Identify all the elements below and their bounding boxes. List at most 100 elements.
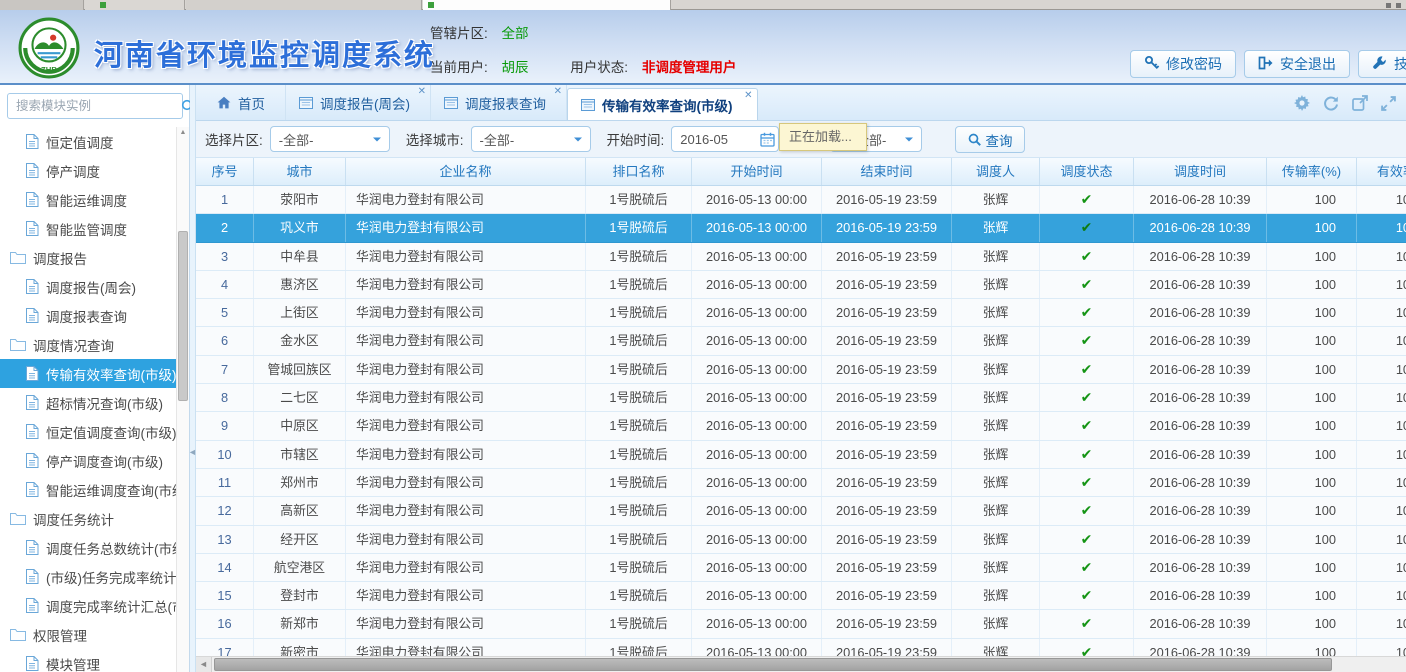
- sidebar-item[interactable]: 智能监管调度: [0, 214, 177, 243]
- column-header[interactable]: 传输率(%): [1267, 158, 1357, 185]
- table-row[interactable]: 7管城回族区华润电力登封有限公司1号脱硫后2016-05-13 00:00201…: [196, 356, 1406, 384]
- sidebar-item[interactable]: 调度报告(周会): [0, 272, 177, 301]
- tab-active[interactable]: 传输有效率查询(市级)✕: [567, 88, 758, 120]
- sidebar-item[interactable]: 智能运维调度: [0, 185, 177, 214]
- tab-item[interactable]: 首页: [204, 85, 286, 120]
- table-row-selected[interactable]: 2巩义市华润电力登封有限公司1号脱硫后2016-05-13 00:002016-…: [196, 214, 1406, 242]
- column-header[interactable]: 有效率(%): [1357, 158, 1406, 185]
- tab-item[interactable]: 调度报告(周会)✕: [286, 85, 431, 120]
- sidebar-item[interactable]: 停产调度: [0, 156, 177, 185]
- cell-no: 6: [196, 327, 254, 354]
- table-row[interactable]: 16新郑市华润电力登封有限公司1号脱硫后2016-05-13 00:002016…: [196, 610, 1406, 638]
- horizontal-scrollbar[interactable]: ◄: [196, 656, 1406, 672]
- sidebar-item-label: 调度情况查询: [33, 335, 114, 355]
- cell-dispatch_time: 2016-06-28 10:39: [1134, 469, 1267, 496]
- sidebar-item[interactable]: 模块管理: [0, 649, 177, 672]
- browser-icon[interactable]: [1396, 3, 1401, 8]
- browser-tab[interactable]: [186, 0, 422, 10]
- cell-company: 华润电力登封有限公司: [346, 327, 586, 354]
- scrollbar-thumb[interactable]: [214, 658, 1332, 671]
- table-row[interactable]: 12高新区华润电力登封有限公司1号脱硫后2016-05-13 00:002016…: [196, 497, 1406, 525]
- wrench-button[interactable]: 技术支持: [1358, 50, 1406, 78]
- table-row[interactable]: 13经开区华润电力登封有限公司1号脱硫后2016-05-13 00:002016…: [196, 526, 1406, 554]
- user-info: 管辖片区: 全部 当前用户: 胡辰 用户状态: 非调度管理用户: [430, 24, 736, 78]
- settings-icon[interactable]: [1294, 95, 1310, 111]
- region-label: 管辖片区:: [430, 26, 488, 41]
- column-header[interactable]: 结束时间: [822, 158, 952, 185]
- table-row[interactable]: 15登封市华润电力登封有限公司1号脱硫后2016-05-13 00:002016…: [196, 582, 1406, 610]
- cell-start: 2016-05-13 00:00: [692, 412, 822, 439]
- table-row[interactable]: 4惠济区华润电力登封有限公司1号脱硫后2016-05-13 00:002016-…: [196, 271, 1406, 299]
- browser-icon[interactable]: [1386, 3, 1391, 8]
- table-row[interactable]: 11郑州市华润电力登封有限公司1号脱硫后2016-05-13 00:002016…: [196, 469, 1406, 497]
- tab-item[interactable]: 调度报表查询✕: [431, 85, 567, 120]
- column-header[interactable]: 调度状态: [1040, 158, 1134, 185]
- sidebar-item[interactable]: 停产调度查询(市级): [0, 446, 177, 475]
- table-row[interactable]: 3中牟县华润电力登封有限公司1号脱硫后2016-05-13 00:002016-…: [196, 243, 1406, 271]
- sidebar-scrollbar[interactable]: ▲: [176, 127, 189, 672]
- column-header[interactable]: 调度时间: [1134, 158, 1267, 185]
- module-search-input[interactable]: [8, 99, 181, 113]
- query-button[interactable]: 查询: [955, 126, 1025, 153]
- calendar-icon[interactable]: [756, 132, 778, 147]
- button-label: 技术支持: [1394, 54, 1406, 74]
- scroll-left-icon[interactable]: ◄: [196, 657, 212, 672]
- table-row[interactable]: 10市辖区华润电力登封有限公司1号脱硫后2016-05-13 00:002016…: [196, 441, 1406, 469]
- table-row[interactable]: 5上街区华润电力登封有限公司1号脱硫后2016-05-13 00:002016-…: [196, 299, 1406, 327]
- column-header[interactable]: 调度人: [952, 158, 1040, 185]
- document-icon: [25, 366, 39, 381]
- cell-status: ✔: [1040, 554, 1134, 581]
- key-button[interactable]: 修改密码: [1130, 50, 1236, 78]
- column-header[interactable]: 城市: [254, 158, 346, 185]
- cell-dispatch_time: 2016-06-28 10:39: [1134, 610, 1267, 637]
- start-date-input[interactable]: 2016-05: [671, 126, 779, 152]
- area-select[interactable]: -全部-: [270, 126, 390, 152]
- column-header[interactable]: 企业名称: [346, 158, 586, 185]
- column-header[interactable]: 序号: [196, 158, 254, 185]
- tab-close-icon[interactable]: ✕: [744, 90, 752, 101]
- city-select[interactable]: -全部-: [471, 126, 591, 152]
- sidebar-item[interactable]: 调度任务总数统计(市级): [0, 533, 177, 562]
- cell-dispatcher: 张辉: [952, 469, 1040, 496]
- scrollbar-thumb[interactable]: [178, 231, 188, 401]
- sidebar-item[interactable]: 权限管理: [0, 620, 177, 649]
- scroll-up-icon[interactable]: ▲: [177, 129, 189, 136]
- table-row[interactable]: 1荥阳市华润电力登封有限公司1号脱硫后2016-05-13 00:002016-…: [196, 186, 1406, 214]
- table-row[interactable]: 6金水区华润电力登封有限公司1号脱硫后2016-05-13 00:002016-…: [196, 327, 1406, 355]
- sidebar-item[interactable]: 智能运维调度查询(市级): [0, 475, 177, 504]
- sidebar-item[interactable]: 调度情况查询: [0, 330, 177, 359]
- table-row[interactable]: 8二七区华润电力登封有限公司1号脱硫后2016-05-13 00:002016-…: [196, 384, 1406, 412]
- sidebar-item[interactable]: 调度报告: [0, 243, 177, 272]
- sidebar-item[interactable]: 调度报表查询: [0, 301, 177, 330]
- refresh-icon[interactable]: [1323, 95, 1339, 111]
- cell-city: 巩义市: [254, 214, 346, 241]
- column-header[interactable]: 开始时间: [692, 158, 822, 185]
- cell-no: 9: [196, 412, 254, 439]
- sidebar-item-selected[interactable]: 传输有效率查询(市级): [0, 359, 177, 388]
- logout-button[interactable]: 安全退出: [1244, 50, 1350, 78]
- cell-outlet: 1号脱硫后: [586, 469, 692, 496]
- column-header[interactable]: 排口名称: [586, 158, 692, 185]
- browser-tab[interactable]: [0, 0, 84, 10]
- sidebar-item-label: 恒定值调度: [46, 132, 114, 152]
- key-icon: [1144, 55, 1160, 74]
- sidebar-item[interactable]: (市级)任务完成率统计: [0, 562, 177, 591]
- sidebar-item[interactable]: 恒定值调度: [0, 127, 177, 156]
- expand-icon[interactable]: [1381, 96, 1396, 111]
- sidebar-item[interactable]: 调度任务统计: [0, 504, 177, 533]
- sidebar-item[interactable]: 恒定值调度查询(市级): [0, 417, 177, 446]
- sidebar-item-label: (市级)任务完成率统计: [46, 567, 177, 587]
- module-search-box[interactable]: [7, 93, 183, 119]
- tab-close-icon[interactable]: ✕: [554, 86, 562, 97]
- cell-no: 12: [196, 497, 254, 524]
- browser-tab-active[interactable]: [423, 0, 671, 10]
- tab-close-icon[interactable]: ✕: [418, 86, 426, 97]
- popout-icon[interactable]: [1352, 95, 1368, 111]
- sidebar-item[interactable]: 超标情况查询(市级): [0, 388, 177, 417]
- table-row[interactable]: 14航空港区华润电力登封有限公司1号脱硫后2016-05-13 00:00201…: [196, 554, 1406, 582]
- table-row[interactable]: 9中原区华润电力登封有限公司1号脱硫后2016-05-13 00:002016-…: [196, 412, 1406, 440]
- cell-city: 中原区: [254, 412, 346, 439]
- current-user-label: 当前用户:: [430, 60, 488, 75]
- sidebar-item[interactable]: 调度完成率统计汇总(市级): [0, 591, 177, 620]
- check-icon: ✔: [1081, 248, 1093, 264]
